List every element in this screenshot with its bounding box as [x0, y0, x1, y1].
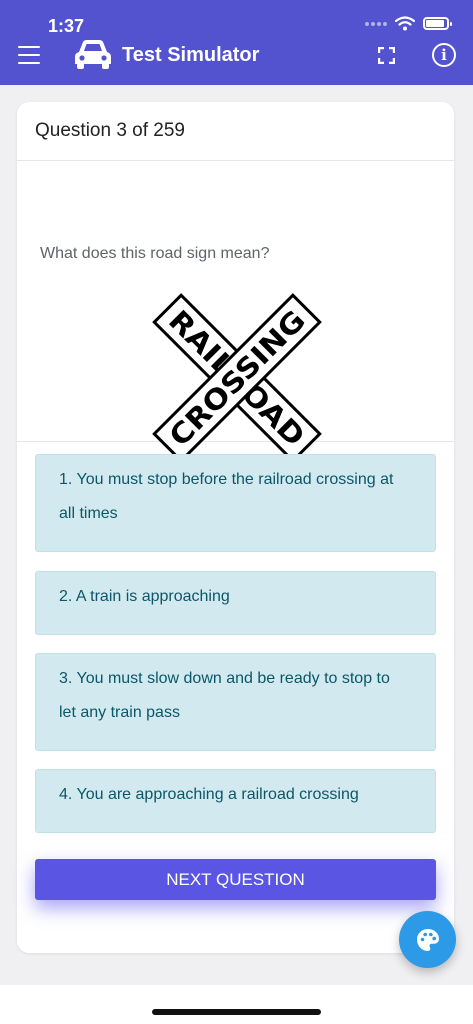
answer-option-4[interactable]: 4. You are approaching a railroad crossi… — [35, 769, 436, 833]
question-card: Question 3 of 259 What does this road si… — [17, 102, 454, 953]
status-time: 1:37 — [48, 16, 85, 36]
home-indicator[interactable] — [152, 1009, 321, 1015]
menu-icon[interactable] — [18, 46, 40, 64]
info-icon[interactable]: i — [432, 43, 456, 67]
railroad-crossing-sign: RAILROAD CROSSING — [152, 293, 322, 463]
answer-option-1[interactable]: 1. You must stop before the railroad cro… — [35, 454, 436, 552]
battery-icon — [423, 17, 452, 30]
cellular-signal-icon — [365, 21, 387, 26]
question-prompt: What does this road sign mean? — [40, 245, 270, 262]
next-question-button[interactable]: NEXT QUESTION — [35, 859, 436, 900]
app-title: Test Simulator — [122, 44, 260, 66]
question-counter: Question 3 of 259 — [17, 102, 454, 161]
theme-palette-button[interactable] — [399, 911, 456, 968]
fullscreen-icon[interactable] — [378, 47, 395, 64]
car-icon — [75, 40, 111, 69]
question-body: What does this road sign mean? RAILROAD … — [17, 161, 454, 463]
wifi-icon — [395, 16, 415, 31]
status-icons — [365, 16, 452, 31]
palette-icon — [416, 928, 439, 951]
answer-option-3[interactable]: 3. You must slow down and be ready to st… — [35, 653, 436, 751]
answer-option-2[interactable]: 2. A train is approaching — [35, 571, 436, 635]
bottom-safe-area — [0, 985, 473, 1024]
app-bar: 1:37 Test Simulator i — [0, 0, 473, 85]
